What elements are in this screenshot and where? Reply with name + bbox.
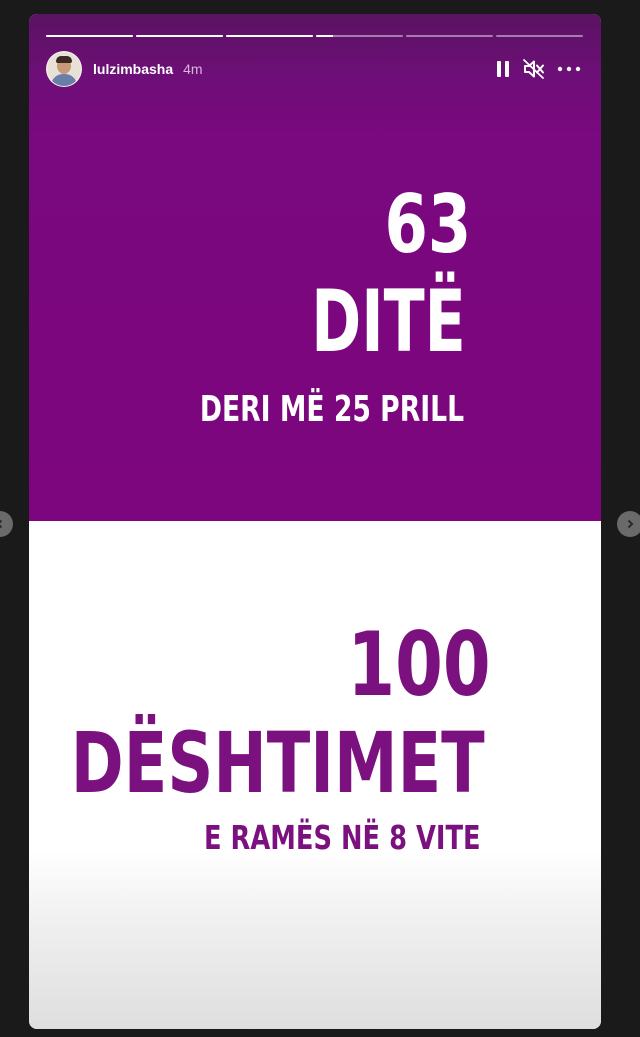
pause-button[interactable] [495,60,511,78]
story-controls [495,59,581,79]
previous-story-button[interactable] [0,511,13,537]
days-subtitle: DERI MË 25 PRILL [199,389,464,430]
story-header: lulzimbasha 4m [46,51,581,87]
story-bottom-panel: 100 DËSHTIMET E RAMËS NË 8 VITE [29,521,601,1029]
progress-segment [496,35,583,37]
failures-subtitle: E RAMËS NË 8 VITE [204,818,481,857]
story-top-panel: 63 DITË DERI MË 25 PRILL [29,14,601,521]
failures-word: DËSHTIMET [71,714,485,812]
more-options-button[interactable] [557,66,581,72]
progress-segment-fill [46,35,133,37]
story-progress-bar [46,35,583,38]
next-story-button[interactable] [617,511,640,537]
progress-segment [226,35,313,37]
progress-segment [46,35,133,37]
progress-segment-fill [316,35,334,37]
chevron-left-icon [0,519,3,529]
more-horizontal-icon [557,66,581,72]
mute-button[interactable] [523,59,545,79]
avatar[interactable] [46,51,82,87]
progress-segment [136,35,223,37]
story-viewer[interactable]: 63 DITË DERI MË 25 PRILL 100 DËSHTIMET E… [29,14,601,1029]
failures-count: 100 [347,613,491,716]
pause-icon [497,61,509,77]
speaker-muted-icon [523,59,544,79]
progress-segment-fill [226,35,313,37]
progress-segment [406,35,493,37]
username[interactable]: lulzimbasha [93,61,173,77]
days-count: 63 [384,178,471,271]
chevron-right-icon [627,519,634,529]
progress-segment [316,35,403,37]
days-word: DITË [311,272,466,372]
progress-segment-fill [136,35,223,37]
post-time: 4m [183,61,203,77]
